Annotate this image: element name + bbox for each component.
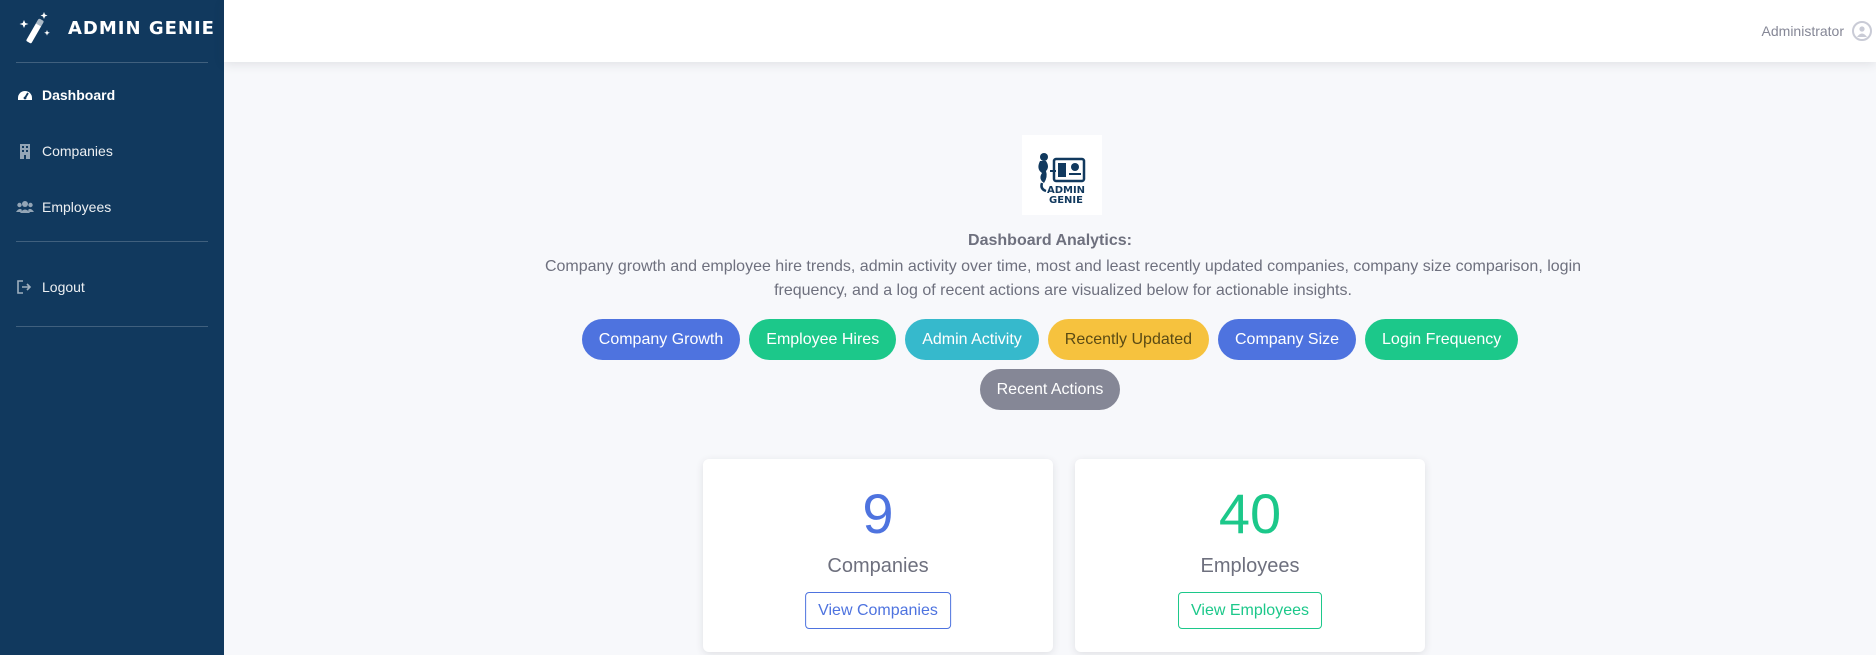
user-menu[interactable]: Administrator [1762, 21, 1872, 41]
sidebar-nav-secondary: Logout [0, 242, 224, 332]
main-content: ADMIN GENIE Dashboard Analytics: Company… [224, 62, 1876, 655]
brand-name: ADMIN GENIE [68, 17, 215, 39]
admin-genie-logo: ADMIN GENIE [1022, 135, 1102, 215]
chart-button-row: Recent Actions [224, 369, 1876, 410]
companies-stat-card: 9 Companies View Companies [703, 459, 1053, 652]
sidebar-item-dashboard[interactable]: Dashboard [0, 67, 224, 123]
employees-stat-card: 40 Employees View Employees [1075, 459, 1425, 652]
sidebar-item-label: Companies [42, 143, 113, 159]
employees-count: 40 [1218, 482, 1282, 545]
dashboard-title: Dashboard Analytics: [968, 232, 1132, 249]
employees-label: Employees [1200, 555, 1300, 577]
svg-text:GENIE: GENIE [1049, 195, 1083, 206]
sidebar-item-companies[interactable]: Companies [0, 123, 224, 179]
user-name: Administrator [1761, 23, 1844, 39]
recently-updated-button[interactable]: Recently Updated [1047, 319, 1209, 360]
chart-button-row: Company Growth Employee Hires Admin Acti… [224, 319, 1876, 360]
company-size-button[interactable]: Company Size [1217, 319, 1357, 360]
sidebar-item-employees[interactable]: Employees [0, 179, 224, 235]
topbar: Administrator [224, 0, 1876, 62]
companies-count: 9 [862, 482, 894, 545]
sign-out-icon [16, 278, 34, 296]
sidebar-item-logout[interactable]: Logout [0, 242, 224, 332]
sidebar-divider [16, 326, 208, 327]
view-employees-button[interactable]: View Employees [1178, 592, 1322, 629]
login-frequency-button[interactable]: Login Frequency [1365, 319, 1519, 360]
company-growth-button[interactable]: Company Growth [581, 319, 741, 360]
sidebar: ADMIN GENIE Dashboard Companies Employee… [0, 0, 224, 655]
sidebar-item-label: Employees [42, 199, 112, 215]
dashboard-description: Company growth and employee hire trends,… [544, 258, 1582, 299]
admin-activity-button[interactable]: Admin Activity [905, 319, 1039, 360]
sidebar-item-label: Logout [42, 279, 85, 295]
magic-wand-icon [16, 8, 56, 48]
sidebar-item-label: Dashboard [42, 87, 116, 103]
users-icon [16, 198, 34, 216]
dashboard-icon [16, 86, 34, 104]
employee-hires-button[interactable]: Employee Hires [749, 319, 897, 360]
companies-label: Companies [827, 555, 929, 577]
recent-actions-button[interactable]: Recent Actions [979, 369, 1121, 410]
building-icon [16, 142, 34, 160]
view-companies-button[interactable]: View Companies [805, 592, 951, 629]
user-circle-icon [1852, 21, 1872, 41]
brand[interactable]: ADMIN GENIE [0, 0, 224, 56]
sidebar-divider [16, 62, 208, 63]
sidebar-nav: Dashboard Companies Employees [0, 67, 224, 235]
